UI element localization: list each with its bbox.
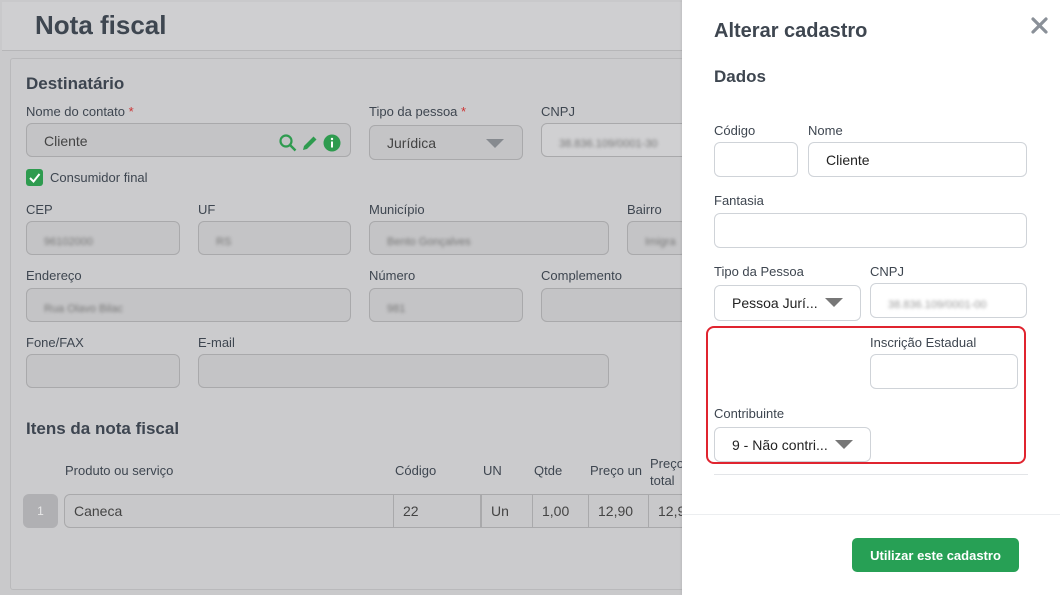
uf-input[interactable]: RS [198, 221, 351, 255]
nome-contato-value: Cliente [44, 133, 88, 149]
dados-section-title: Dados [714, 67, 766, 86]
email-label: E-mail [198, 335, 235, 350]
tipo-pessoa-modal-label: Tipo da Pessoa [714, 264, 804, 279]
fantasia-input[interactable] [714, 213, 1027, 248]
endereco-input[interactable]: Rua Olavo Bilac [26, 288, 351, 322]
info-icon[interactable] [323, 134, 341, 152]
itens-title: Itens da nota fiscal [26, 419, 180, 438]
codigo-input[interactable] [714, 142, 798, 177]
fone-input[interactable] [26, 354, 180, 388]
tipo-pessoa-value: Jurídica [387, 135, 437, 151]
endereco-value: Rua Olavo Bilac [44, 303, 123, 315]
uf-label: UF [198, 202, 216, 217]
cell-qtde[interactable]: 1,00 [532, 494, 589, 528]
numero-label: Número [369, 268, 416, 283]
endereco-label: Endereço [26, 268, 82, 283]
col-header-codigo: Código [395, 463, 437, 478]
modal-title: Alterar cadastro [714, 20, 868, 42]
nome-contato-label: Nome do contato * [26, 104, 134, 119]
footer-divider [682, 514, 1060, 515]
col-header-qtde: Qtde [534, 463, 563, 478]
cell-un[interactable]: Un [481, 494, 533, 528]
nome-input[interactable]: Cliente [808, 142, 1027, 177]
bairro-input[interactable]: Imigra [627, 221, 687, 255]
tipo-pessoa-label: Tipo da pessoa * [369, 104, 467, 119]
cell-preco-un[interactable]: 12,90 [588, 494, 649, 528]
cell-preco-total[interactable]: 12,9 [648, 494, 684, 528]
row-number-badge: 1 [23, 494, 58, 528]
codigo-label: Código [714, 123, 756, 138]
chevron-down-icon [835, 440, 853, 449]
pencil-icon[interactable] [301, 134, 319, 152]
search-icon[interactable] [279, 134, 297, 152]
fantasia-label: Fantasia [714, 193, 764, 208]
consumidor-final-label: Consumidor final [50, 170, 148, 185]
email-input[interactable] [198, 354, 609, 388]
tipo-pessoa-modal-value: Pessoa Jurí... [732, 295, 818, 311]
cnpj-modal-label: CNPJ [870, 264, 904, 279]
contribuinte-value: 9 - Não contri... [732, 437, 828, 453]
uf-value: RS [216, 236, 232, 248]
inscricao-estadual-input[interactable] [870, 354, 1018, 389]
bairro-value: Imigra [645, 236, 676, 248]
cep-input[interactable]: 96102000 [26, 221, 180, 255]
cnpj-value: 38.836.109/0001-30 [559, 138, 658, 150]
complemento-input[interactable] [541, 288, 687, 322]
cnpj-modal-value: 38.836.109/0001-00 [888, 299, 987, 311]
complemento-label: Complemento [541, 268, 622, 283]
divider [714, 474, 1028, 475]
col-header-preco-total: Preço total [650, 456, 684, 488]
consumidor-final-checkbox[interactable] [26, 169, 43, 186]
cnpj-label: CNPJ [541, 104, 575, 119]
municipio-label: Município [369, 202, 425, 217]
col-header-preco-un: Preço un [590, 463, 643, 478]
nome-value: Cliente [826, 152, 870, 168]
numero-value: 981 [387, 303, 406, 315]
close-icon[interactable] [1031, 17, 1048, 34]
cell-produto[interactable]: Caneca [64, 494, 394, 528]
chevron-down-icon [486, 139, 504, 148]
cnpj-modal-input[interactable]: 38.836.109/0001-00 [870, 283, 1027, 318]
check-icon [29, 173, 41, 183]
bairro-label: Bairro [627, 202, 662, 217]
nome-label: Nome [808, 123, 843, 138]
contribuinte-label: Contribuinte [714, 406, 785, 421]
cep-label: CEP [26, 202, 53, 217]
destinatario-title: Destinatário [26, 74, 125, 93]
col-header-produto: Produto ou serviço [65, 463, 174, 478]
col-header-un: UN [483, 463, 502, 478]
chevron-down-icon [825, 298, 843, 307]
page-title: Nota fiscal [35, 10, 167, 40]
cep-value: 96102000 [44, 236, 93, 248]
inscricao-estadual-label: Inscrição Estadual [870, 335, 977, 350]
municipio-value: Bento Gonçalves [387, 236, 471, 248]
fone-label: Fone/FAX [26, 335, 84, 350]
municipio-input[interactable]: Bento Gonçalves [369, 221, 609, 255]
numero-input[interactable]: 981 [369, 288, 523, 322]
use-cadastro-button[interactable]: Utilizar este cadastro [852, 538, 1019, 572]
cell-codigo[interactable]: 22 [393, 494, 481, 528]
cnpj-input[interactable]: 38.836.109/0001-30 [541, 123, 691, 157]
